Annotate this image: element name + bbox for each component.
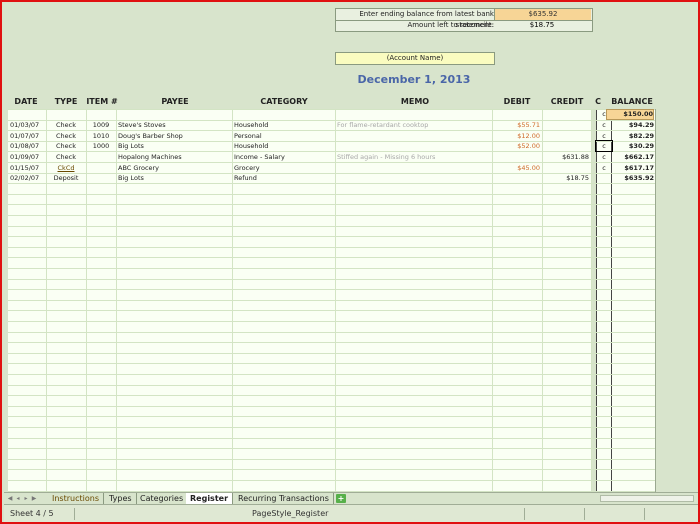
- cell-type[interactable]: Check: [48, 120, 84, 130]
- cell-type[interactable]: Check: [48, 141, 84, 151]
- sheet-indicator: Sheet 4 / 5: [10, 509, 54, 518]
- cell-debit[interactable]: $55.71: [494, 120, 540, 130]
- cell-type[interactable]: Check: [48, 152, 84, 162]
- header-cleared: C: [595, 97, 601, 106]
- cell-item[interactable]: 1000: [88, 141, 114, 151]
- header-payee: PAYEE: [161, 97, 189, 106]
- cell-debit[interactable]: $45.00: [494, 163, 540, 173]
- cell-balance[interactable]: $662.17: [606, 152, 654, 162]
- cell-payee[interactable]: Doug's Barber Shop: [118, 131, 230, 141]
- tab-recurring-transactions[interactable]: Recurring Transactions: [234, 493, 334, 504]
- header-category: CATEGORY: [260, 97, 308, 106]
- header-memo: MEMO: [400, 97, 430, 106]
- header-credit: CREDIT: [550, 97, 584, 106]
- opening-balance[interactable]: $150.00: [606, 109, 654, 120]
- cell-balance[interactable]: $30.29: [606, 141, 654, 151]
- cell-credit[interactable]: $631.88: [544, 152, 589, 162]
- cell-category[interactable]: Household: [234, 120, 334, 130]
- header-date: DATE: [14, 97, 38, 106]
- cell-payee[interactable]: Hopalong Machines: [118, 152, 230, 162]
- spreadsheet-window: Enter ending balance from latest bank st…: [0, 0, 700, 524]
- account-name-cell[interactable]: (Account Name): [335, 52, 495, 65]
- cell-balance[interactable]: $82.29: [606, 131, 654, 141]
- cell-category[interactable]: Refund: [234, 173, 334, 183]
- reconcile-box: Enter ending balance from latest bank st…: [335, 8, 593, 32]
- ending-balance-input[interactable]: $635.92: [494, 9, 591, 20]
- last-sheet-icon[interactable]: ▶: [31, 495, 37, 502]
- cell-payee[interactable]: ABC Grocery: [118, 163, 230, 173]
- cell-balance[interactable]: $94.29: [606, 120, 654, 130]
- tab-categories[interactable]: Categories: [136, 493, 189, 504]
- cell-payee[interactable]: Big Lots: [118, 173, 230, 183]
- cell-payee[interactable]: Big Lots: [118, 141, 230, 151]
- cell-date[interactable]: 01/15/07: [10, 163, 44, 173]
- cell-category[interactable]: Household: [234, 141, 334, 151]
- cell-balance[interactable]: $617.17: [606, 163, 654, 173]
- amount-left-value: $18.75: [529, 21, 555, 29]
- cell-payee[interactable]: Steve's Stoves: [118, 120, 230, 130]
- tab-instructions[interactable]: Instructions: [48, 493, 104, 504]
- cell-date[interactable]: 01/08/07: [10, 141, 44, 151]
- status-bar: Sheet 4 / 5 PageStyle_Register: [4, 504, 698, 522]
- cell-debit[interactable]: $12.00: [494, 131, 540, 141]
- header-type: TYPE: [54, 97, 78, 106]
- cell-date[interactable]: 01/09/07: [10, 152, 44, 162]
- cell-memo[interactable]: Stiffed again - Missing 6 hours: [337, 152, 491, 162]
- column-headers: DATE TYPE ITEM # PAYEE CATEGORY MEMO DEB…: [4, 95, 698, 109]
- cell-category[interactable]: Grocery: [234, 163, 334, 173]
- first-sheet-icon[interactable]: ◀: [7, 495, 13, 502]
- cell-type[interactable]: CkCd: [48, 163, 84, 173]
- cell-type[interactable]: Deposit: [48, 173, 84, 183]
- register-date-title: December 1, 2013: [357, 73, 471, 86]
- prev-sheet-icon[interactable]: ◂: [15, 495, 21, 502]
- page-style: PageStyle_Register: [252, 509, 329, 518]
- side-pane: [655, 109, 697, 493]
- cell-category[interactable]: Personal: [234, 131, 334, 141]
- amount-left-label: Amount left to reconcile:: [407, 21, 494, 29]
- plus-icon[interactable]: +: [336, 494, 346, 503]
- header-item: ITEM #: [86, 97, 118, 106]
- cell-item[interactable]: 1010: [88, 131, 114, 141]
- header-debit: DEBIT: [503, 97, 531, 106]
- cell-date[interactable]: 01/03/07: [10, 120, 44, 130]
- cell-type[interactable]: Check: [48, 131, 84, 141]
- cell-item[interactable]: 1009: [88, 120, 114, 130]
- next-sheet-icon[interactable]: ▸: [23, 495, 29, 502]
- register-grid[interactable]: c $150.00 01/03/07 Check 1009 Steve's Stoves H…: [8, 109, 655, 503]
- cell-memo[interactable]: For flame-retardant cooktop: [337, 120, 491, 130]
- cell-date[interactable]: 02/02/07: [10, 173, 44, 183]
- cell-credit[interactable]: $18.75: [544, 173, 589, 183]
- cell-category[interactable]: Income - Salary: [234, 152, 334, 162]
- header-balance: BALANCE: [611, 97, 653, 106]
- tab-types[interactable]: Types: [105, 493, 137, 504]
- tab-register[interactable]: Register: [186, 493, 234, 504]
- cell-debit[interactable]: $52.00: [494, 141, 540, 151]
- cell-date[interactable]: 01/07/07: [10, 131, 44, 141]
- horizontal-scrollbar[interactable]: [600, 495, 694, 502]
- cell-balance[interactable]: $635.92: [606, 173, 654, 183]
